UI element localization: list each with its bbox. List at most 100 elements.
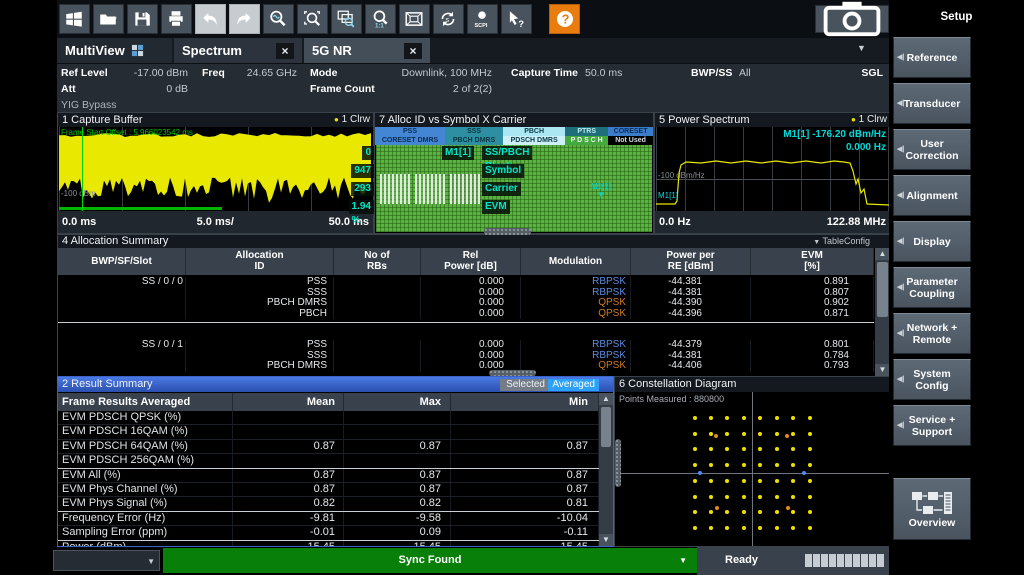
- tab-multiview[interactable]: MultiView: [57, 38, 172, 63]
- result-table-row: EVM PDSCH QPSK (%): [58, 411, 599, 425]
- panel-capture-buffer: 1 Capture Buffer ● 1 Clrw Frame Start Of…: [57, 112, 374, 234]
- undo-button[interactable]: [195, 4, 226, 34]
- result-table-scrollbar[interactable]: ▲ ▼: [599, 393, 613, 546]
- alloc-info-value: 293: [351, 182, 374, 196]
- softkey-parameter-coupling[interactable]: ◀|Parameter Coupling: [893, 267, 971, 308]
- svg-text:?: ?: [518, 19, 524, 29]
- scroll-up-icon[interactable]: ▲: [875, 248, 890, 260]
- softkey-transducer[interactable]: ◀|Transducer: [893, 83, 971, 124]
- tab-spectrum-close-icon[interactable]: ×: [276, 43, 294, 59]
- instrument-screen: 1:1sSCPI?? MultiView Spectrum × 5G NR × …: [0, 0, 1024, 575]
- qam64-point: [742, 495, 746, 499]
- allocation-cell: PSS: [186, 340, 334, 351]
- scrollbar-thumb[interactable]: [601, 407, 611, 447]
- spectrum-x-axis: 0.0 Hz 122.88 MHz: [655, 211, 890, 233]
- softkey-reference[interactable]: ◀|Reference: [893, 37, 971, 78]
- mode-value[interactable]: Downlink, 100 MHz: [377, 67, 492, 79]
- allocation-cell: -44.379: [631, 340, 751, 351]
- scroll-down-icon[interactable]: ▼: [875, 364, 890, 376]
- softkey-service-support[interactable]: ◀|Service + Support: [893, 405, 971, 446]
- fullscreen-frame-button[interactable]: [399, 4, 430, 34]
- allocation-header-col1: Allocation ID: [186, 248, 334, 275]
- sync-dropdown-icon[interactable]: ▼: [679, 548, 687, 573]
- context-help-button[interactable]: ?: [501, 4, 532, 34]
- tab-5gnr-close-icon[interactable]: ×: [404, 43, 422, 59]
- scpi-recorder-button[interactable]: SCPI: [467, 4, 498, 34]
- spectrum-y-gridline-label: -100 dBm/Hz: [658, 171, 705, 180]
- softkey-display[interactable]: ◀|Display: [893, 221, 971, 262]
- view-button-selected[interactable]: Selected: [500, 379, 551, 391]
- status-dropdown[interactable]: ▼: [53, 550, 160, 571]
- frame-count-value[interactable]: 2 of 2(2): [387, 83, 492, 95]
- scroll-down-icon[interactable]: ▼: [599, 534, 613, 546]
- spectrum-x-end: 122.88 MHz: [827, 211, 886, 233]
- allocation-cell: [58, 288, 186, 299]
- alloc-marker-flag[interactable]: M1[1]▼: [591, 183, 611, 199]
- allocation-cell: 0.871: [751, 309, 874, 320]
- points-measured-label: Points Measured : 880800: [619, 394, 724, 404]
- result-cell: EVM PDSCH 16QAM (%): [58, 425, 233, 438]
- zoom-trace-button[interactable]: [263, 4, 294, 34]
- bwp-ss-value[interactable]: All: [739, 67, 779, 79]
- allocation-cell: QPSK: [521, 309, 631, 320]
- qam64-point: [808, 510, 812, 514]
- softkey-user-correction[interactable]: ◀|User Correction: [893, 129, 971, 170]
- redo-button[interactable]: [229, 4, 260, 34]
- freq-value[interactable]: 24.65 GHz: [232, 67, 297, 79]
- ref-level-value[interactable]: -17.00 dBm: [108, 67, 188, 79]
- result-table-row: EVM All (%)0.870.870.87: [58, 469, 599, 483]
- result-header-col2: Max: [344, 393, 451, 411]
- spectrum-marker-label[interactable]: M1[1]: [658, 191, 678, 200]
- allocation-cell: [334, 351, 421, 362]
- qam64-point: [775, 479, 779, 483]
- alloc-info-label: EVM: [482, 200, 510, 214]
- qam64-point: [758, 416, 762, 420]
- qam64-point: [693, 495, 697, 499]
- zoom-1-to-1-button[interactable]: 1:1: [365, 4, 396, 34]
- multiview-grid-icon: [131, 44, 144, 57]
- multi-zoom-button[interactable]: [331, 4, 362, 34]
- allocation-cell: PBCH DMRS: [186, 298, 334, 309]
- alloc-map-resize-handle[interactable]: [484, 228, 531, 235]
- sync-point: [698, 471, 702, 475]
- open-file-button[interactable]: [93, 4, 124, 34]
- print-button[interactable]: [161, 4, 192, 34]
- result-table-row: Frequency Error (Hz)-9.81-9.58-10.04: [58, 512, 599, 526]
- constellation-resize-handle[interactable]: [615, 439, 621, 487]
- spectrum-marker-readout: M1[1] -176.20 dBm/Hz 0.000 Hz: [783, 128, 886, 154]
- overview-button[interactable]: Overview: [893, 478, 971, 540]
- softkey-network-remote[interactable]: ◀|Network + Remote: [893, 313, 971, 354]
- result-cell: [233, 425, 344, 438]
- constellation-plot: Points Measured : 880800: [615, 392, 890, 546]
- allocation-cell: 0.807: [751, 288, 874, 299]
- capture-marker-line[interactable]: [82, 127, 83, 211]
- save-button[interactable]: [127, 4, 158, 34]
- continuous-sweep-button[interactable]: s: [433, 4, 464, 34]
- alloc-info-value: 947: [351, 164, 374, 178]
- allocation-cell: -44.406: [631, 361, 751, 372]
- tab-5gnr[interactable]: 5G NR ×: [304, 38, 430, 63]
- softkey-alignment[interactable]: ◀|Alignment: [893, 175, 971, 216]
- result-cell: 0.09: [344, 526, 451, 539]
- allocation-table-scrollbar[interactable]: ▲ ▼: [875, 248, 890, 376]
- windows-button[interactable]: [59, 4, 90, 34]
- scrollbar-thumb[interactable]: [877, 262, 888, 317]
- screenshot-camera-button[interactable]: [815, 5, 889, 33]
- capture-time-value[interactable]: 50.0 ms: [585, 67, 670, 79]
- trace1-dot-icon: ●: [334, 115, 339, 124]
- softkey-system-config[interactable]: ◀|System Config: [893, 359, 971, 400]
- table-config-dropdown-icon: ▼: [813, 239, 820, 246]
- tab-overflow-dropdown-icon[interactable]: ▼: [857, 43, 866, 53]
- view-button-averaged[interactable]: Averaged: [548, 379, 599, 391]
- tab-spectrum[interactable]: Spectrum ×: [174, 38, 302, 63]
- result-cell: -10.04: [451, 512, 599, 525]
- allocation-cell: 0.000: [421, 309, 521, 320]
- att-value[interactable]: 0 dB: [108, 83, 188, 95]
- power-spectrum-trace: [656, 161, 889, 205]
- table-config-button[interactable]: ▼ TableConfig: [813, 235, 870, 249]
- help-button[interactable]: ?: [549, 4, 580, 34]
- scroll-up-icon[interactable]: ▲: [599, 393, 613, 405]
- zoom-selection-button[interactable]: [297, 4, 328, 34]
- result-cell: 0.87: [233, 440, 344, 453]
- allocation-resize-handle[interactable]: [489, 370, 536, 376]
